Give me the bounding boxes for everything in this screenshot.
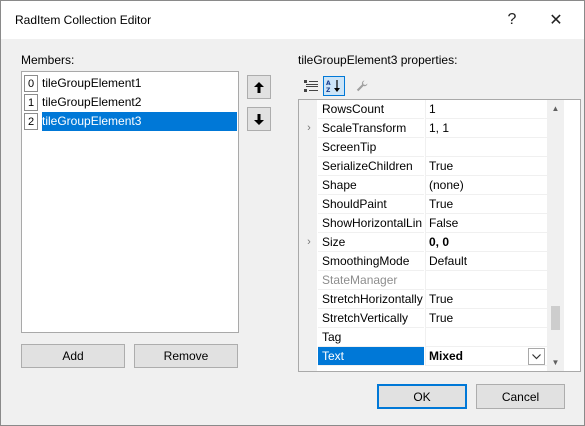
property-value[interactable]: (none) — [425, 176, 547, 195]
property-value[interactable]: False — [425, 214, 547, 233]
remove-button[interactable]: Remove — [134, 344, 238, 368]
property-name: ScreenTip — [318, 138, 424, 157]
add-button-label: Add — [62, 349, 84, 363]
property-name: SmoothingMode — [318, 252, 424, 271]
cancel-button[interactable]: Cancel — [476, 384, 565, 409]
help-button[interactable]: ? — [490, 1, 534, 39]
property-grid-scrollbar[interactable]: ▲ ▼ — [547, 100, 564, 371]
ok-button-label: OK — [413, 389, 431, 404]
members-list[interactable]: 0 tileGroupElement1 1 tileGroupElement2 … — [21, 71, 239, 333]
property-value[interactable] — [425, 138, 547, 157]
svg-text:Z: Z — [326, 87, 331, 93]
property-value — [425, 271, 547, 290]
property-row[interactable]: StateManager — [299, 271, 547, 290]
property-pages-button[interactable] — [351, 76, 373, 96]
remove-button-label: Remove — [163, 349, 209, 363]
property-row[interactable]: StretchVertically True — [299, 309, 547, 328]
expand-chevron-icon[interactable]: › — [303, 121, 315, 135]
close-icon: ✕ — [549, 12, 563, 29]
move-down-button[interactable] — [247, 107, 271, 131]
property-name: ShowHorizontalLin — [318, 214, 424, 233]
property-name: Shape — [318, 176, 424, 195]
property-row[interactable]: SerializeChildren True — [299, 157, 547, 176]
property-value[interactable]: True — [425, 157, 547, 176]
property-name: Tag — [318, 328, 424, 347]
categorized-view-button[interactable] — [300, 76, 322, 96]
member-index: 0 — [24, 75, 38, 92]
properties-label: tileGroupElement3 properties: — [298, 53, 458, 67]
property-row[interactable]: SmoothingMode Default — [299, 252, 547, 271]
property-value[interactable]: 1, 1 — [425, 119, 547, 138]
member-item[interactable]: 0 tileGroupElement1 — [23, 74, 237, 93]
move-up-button[interactable] — [247, 75, 271, 99]
property-name: Size — [318, 233, 424, 252]
property-row[interactable]: StretchHorizontally True — [299, 290, 547, 309]
cancel-button-label: Cancel — [501, 389, 540, 404]
property-row[interactable]: › Size 0, 0 — [299, 233, 547, 252]
property-name: StretchVertically — [318, 309, 424, 328]
members-label: Members: — [21, 53, 75, 67]
arrow-down-icon — [254, 113, 264, 125]
property-value[interactable]: True — [425, 309, 547, 328]
property-name: Text — [318, 347, 424, 366]
property-row[interactable]: Tag — [299, 328, 547, 347]
categorized-view-icon — [304, 80, 318, 92]
member-name: tileGroupElement2 — [42, 95, 142, 109]
member-index: 2 — [24, 113, 38, 130]
add-button[interactable]: Add — [21, 344, 125, 368]
property-name: ShouldPaint — [318, 195, 424, 214]
property-value[interactable]: 1 — [425, 100, 547, 119]
arrow-up-icon — [254, 81, 264, 93]
property-name: StretchHorizontally — [318, 290, 424, 309]
member-name: tileGroupElement3 — [42, 112, 237, 131]
property-grid[interactable]: RowsCount 1 › ScaleTransform 1, 1 Screen… — [298, 99, 581, 372]
alphabetical-sort-icon: A Z — [326, 80, 340, 93]
scroll-up-icon[interactable]: ▲ — [547, 100, 564, 117]
property-row[interactable]: ShouldPaint True — [299, 195, 547, 214]
property-name: RowsCount — [318, 100, 424, 119]
close-button[interactable]: ✕ — [534, 1, 578, 39]
property-row[interactable]: › ScaleTransform 1, 1 — [299, 119, 547, 138]
property-value[interactable]: True — [425, 195, 547, 214]
member-index: 1 — [24, 94, 38, 111]
property-value[interactable]: True — [425, 290, 547, 309]
property-name: SerializeChildren — [318, 157, 424, 176]
scroll-down-icon[interactable]: ▼ — [547, 354, 564, 371]
help-icon: ? — [507, 11, 517, 28]
svg-text:A: A — [326, 80, 331, 87]
ok-button[interactable]: OK — [377, 384, 467, 409]
property-row[interactable]: RowsCount 1 — [299, 100, 547, 119]
wrench-icon — [356, 80, 368, 92]
window-title: RadItem Collection Editor — [15, 13, 152, 27]
property-name: StateManager — [318, 271, 424, 290]
property-name: ScaleTransform — [318, 119, 424, 138]
property-row[interactable]: Shape (none) — [299, 176, 547, 195]
collection-editor-window: RadItem Collection Editor ? ✕ Members: 0… — [0, 0, 585, 426]
property-value[interactable]: Default — [425, 252, 547, 271]
member-item-selected[interactable]: 2 tileGroupElement3 — [23, 112, 237, 131]
property-value[interactable] — [425, 328, 547, 347]
chevron-down-icon — [532, 353, 541, 359]
scrollbar-thumb[interactable] — [551, 306, 560, 330]
alphabetical-view-button[interactable]: A Z — [323, 76, 345, 96]
title-bar: RadItem Collection Editor ? ✕ — [1, 1, 584, 39]
member-name: tileGroupElement1 — [42, 76, 142, 90]
value-dropdown-button[interactable] — [528, 348, 545, 365]
property-row[interactable]: ShowHorizontalLin False — [299, 214, 547, 233]
expand-chevron-icon[interactable]: › — [303, 235, 315, 249]
property-value[interactable]: 0, 0 — [425, 233, 547, 252]
member-item[interactable]: 1 tileGroupElement2 — [23, 93, 237, 112]
property-row[interactable]: ScreenTip — [299, 138, 547, 157]
property-row-selected[interactable]: Text Mixed — [299, 347, 547, 366]
